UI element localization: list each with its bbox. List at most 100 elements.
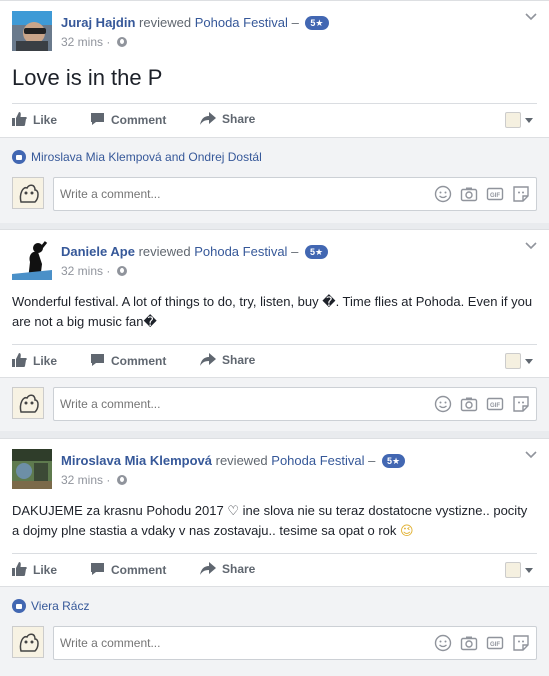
feedback-area: GIF bbox=[0, 377, 549, 431]
page-avatar-mini bbox=[505, 112, 521, 128]
author-name[interactable]: Daniele Ape bbox=[61, 244, 135, 259]
rating-badge: 5★ bbox=[304, 245, 329, 259]
comment-tools: GIF bbox=[426, 395, 530, 413]
gif-icon[interactable]: GIF bbox=[486, 185, 504, 203]
likers-names[interactable]: Miroslava Mia Klempová and Ondrej Dostál bbox=[31, 150, 262, 164]
action-bar: Like Comment Share bbox=[12, 344, 537, 378]
like-button[interactable]: Like bbox=[12, 562, 57, 579]
camera-icon[interactable] bbox=[460, 395, 478, 413]
like-label: Like bbox=[33, 563, 58, 577]
likes-summary[interactable]: Viera Rácz bbox=[12, 599, 89, 613]
rating-badge: 5★ bbox=[382, 454, 406, 468]
globe-icon bbox=[116, 266, 127, 276]
chevron-down-icon[interactable] bbox=[525, 238, 537, 253]
comment-button[interactable]: Comment bbox=[90, 112, 166, 129]
review-post: Juraj Hajdin reviewed Pohoda Festival – … bbox=[0, 0, 549, 223]
smiley-icon[interactable] bbox=[434, 185, 452, 203]
reaction-selector[interactable] bbox=[505, 353, 533, 369]
smiley-icon[interactable] bbox=[434, 395, 452, 413]
reaction-selector[interactable] bbox=[505, 562, 533, 578]
sticker-icon[interactable] bbox=[512, 185, 530, 203]
author-avatar[interactable] bbox=[12, 240, 52, 280]
page-avatar-mini bbox=[505, 562, 521, 578]
author-name[interactable]: Juraj Hajdin bbox=[61, 15, 135, 30]
review-verb: reviewed bbox=[215, 453, 268, 468]
gif-icon[interactable]: GIF bbox=[486, 634, 504, 652]
timestamp[interactable]: 32 mins bbox=[61, 264, 103, 278]
author-avatar[interactable] bbox=[12, 11, 52, 51]
like-button[interactable]: Like bbox=[12, 353, 57, 370]
comment-composer: GIF bbox=[12, 177, 537, 211]
thumbs-up-icon bbox=[12, 112, 27, 129]
timestamp[interactable]: 32 mins bbox=[61, 35, 103, 49]
meta-separator: · bbox=[106, 35, 111, 49]
caret-down-icon bbox=[525, 358, 533, 364]
action-bar: Like Comment Share bbox=[12, 553, 537, 587]
like-label: Like bbox=[33, 113, 58, 127]
dash: – bbox=[291, 15, 299, 30]
post-text-content: DAKUJEME za krasnu Pohodu 2017 ♡ ine slo… bbox=[12, 503, 528, 538]
comment-composer: GIF bbox=[12, 387, 537, 421]
comment-tools: GIF bbox=[426, 634, 530, 652]
speech-bubble-icon bbox=[90, 353, 105, 370]
share-button[interactable]: Share bbox=[200, 562, 255, 578]
timestamp[interactable]: 32 mins bbox=[61, 473, 103, 487]
speech-bubble-icon bbox=[90, 562, 105, 579]
page-link[interactable]: Pohoda Festival bbox=[195, 15, 288, 30]
like-reaction-icon bbox=[12, 150, 26, 164]
sticker-icon[interactable] bbox=[512, 634, 530, 652]
page-link[interactable]: Pohoda Festival bbox=[194, 244, 287, 259]
feedback-area: Viera Rácz GIF bbox=[0, 586, 549, 676]
page-link[interactable]: Pohoda Festival bbox=[271, 453, 364, 468]
thumbs-up-icon bbox=[12, 353, 27, 370]
comment-input[interactable] bbox=[60, 187, 360, 201]
post-meta: 32 mins · bbox=[61, 35, 127, 49]
comment-box: GIF bbox=[53, 177, 537, 211]
viewer-avatar bbox=[12, 387, 44, 419]
smiley-icon[interactable] bbox=[434, 634, 452, 652]
share-label: Share bbox=[222, 353, 256, 367]
feedback-area: Miroslava Mia Klempová and Ondrej Dostál… bbox=[0, 137, 549, 223]
action-bar: Like Comment Share bbox=[12, 103, 537, 137]
viewer-avatar bbox=[12, 177, 44, 209]
comment-label: Comment bbox=[111, 354, 167, 368]
share-label: Share bbox=[222, 562, 256, 576]
comment-input[interactable] bbox=[60, 397, 360, 411]
review-post: Daniele Ape reviewed Pohoda Festival – 5… bbox=[0, 229, 549, 431]
comment-input[interactable] bbox=[60, 636, 360, 650]
likes-summary[interactable]: Miroslava Mia Klempová and Ondrej Dostál bbox=[12, 150, 262, 164]
camera-icon[interactable] bbox=[460, 185, 478, 203]
post-meta: 32 mins · bbox=[61, 264, 127, 278]
share-arrow-icon bbox=[200, 353, 216, 369]
like-label: Like bbox=[33, 354, 58, 368]
sticker-icon[interactable] bbox=[512, 395, 530, 413]
chevron-down-icon[interactable] bbox=[525, 447, 537, 462]
globe-icon bbox=[116, 37, 127, 47]
comment-box: GIF bbox=[53, 387, 537, 421]
share-button[interactable]: Share bbox=[200, 353, 255, 369]
post-title-line: Juraj Hajdin reviewed Pohoda Festival – … bbox=[61, 15, 329, 30]
comment-box: GIF bbox=[53, 626, 537, 660]
like-button[interactable]: Like bbox=[12, 112, 57, 129]
comment-button[interactable]: Comment bbox=[90, 353, 166, 370]
thumbs-up-icon bbox=[12, 562, 27, 579]
reaction-selector[interactable] bbox=[505, 112, 533, 128]
author-name[interactable]: Miroslava Mia Klempová bbox=[61, 453, 212, 468]
post-meta: 32 mins · bbox=[61, 473, 127, 487]
page-avatar-mini bbox=[505, 353, 521, 369]
chevron-down-icon[interactable] bbox=[525, 9, 537, 24]
post-text: Love is in the P bbox=[12, 65, 163, 90]
gif-icon[interactable]: GIF bbox=[486, 395, 504, 413]
comment-tools: GIF bbox=[426, 185, 530, 203]
share-button[interactable]: Share bbox=[200, 112, 255, 128]
caret-down-icon bbox=[525, 567, 533, 573]
comment-button[interactable]: Comment bbox=[90, 562, 166, 579]
wink-emoji: 😉 bbox=[400, 523, 414, 538]
camera-icon[interactable] bbox=[460, 634, 478, 652]
likers-names[interactable]: Viera Rácz bbox=[31, 599, 89, 613]
author-avatar[interactable] bbox=[12, 449, 52, 489]
like-reaction-icon bbox=[12, 599, 26, 613]
dash: – bbox=[291, 244, 299, 259]
post-header: Miroslava Mia Klempová reviewed Pohoda F… bbox=[12, 449, 537, 489]
comment-label: Comment bbox=[111, 113, 167, 127]
